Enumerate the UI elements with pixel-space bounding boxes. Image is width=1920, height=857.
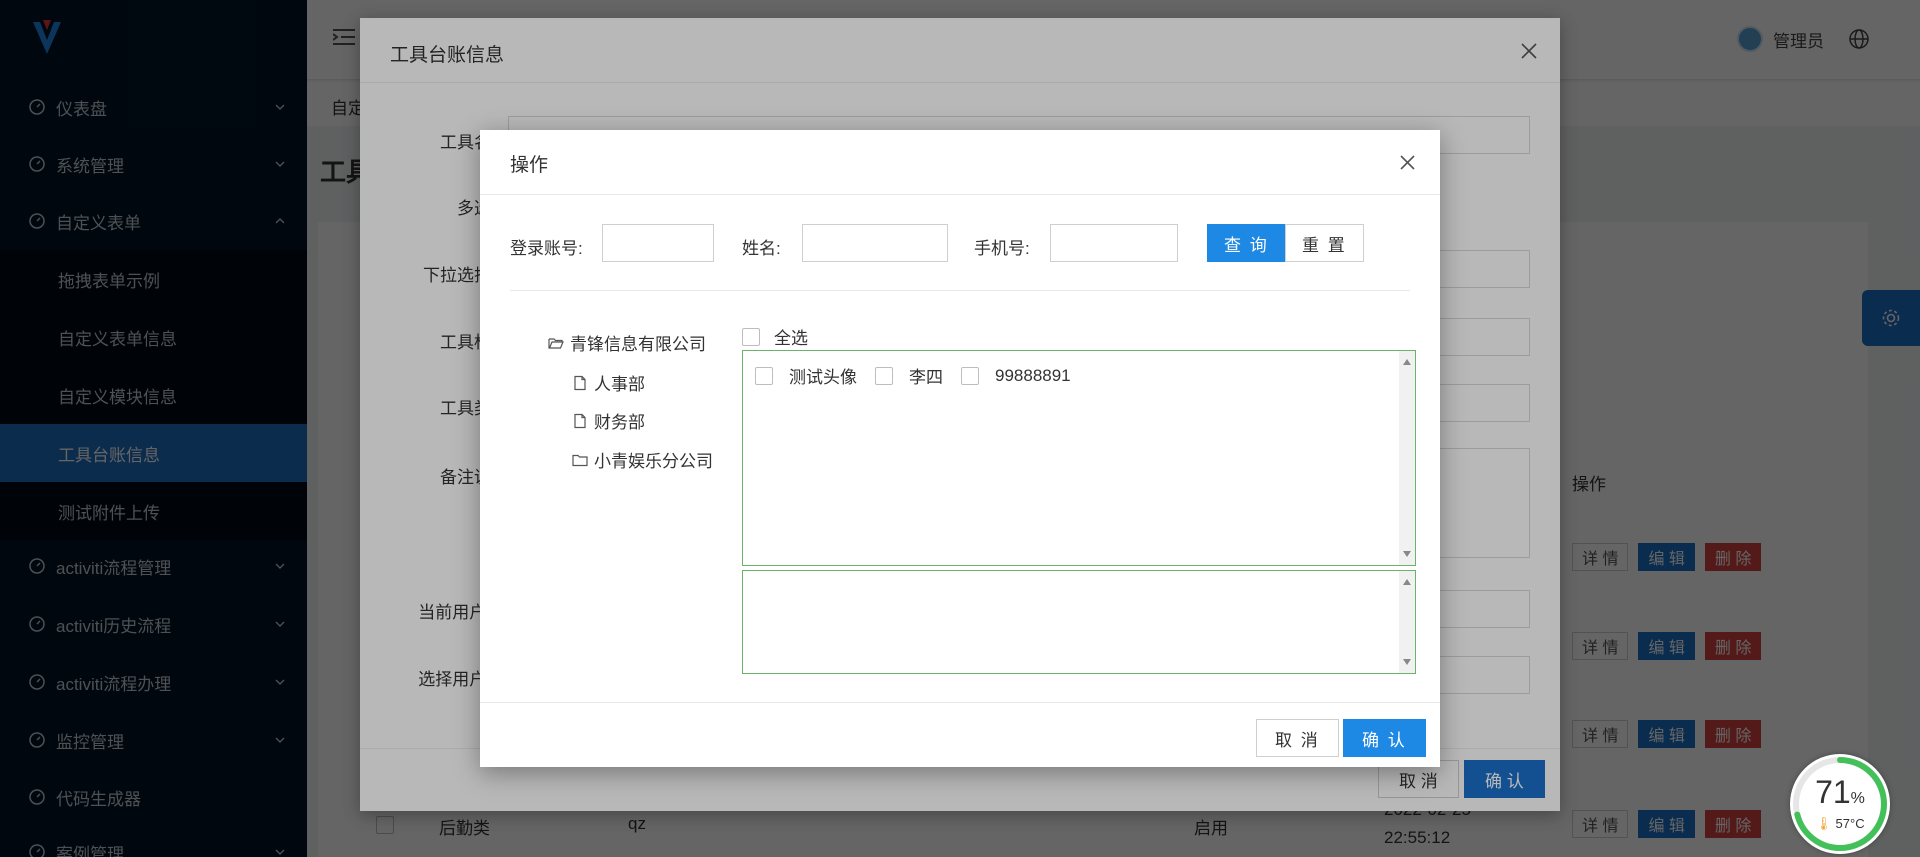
- user-option[interactable]: 李四: [875, 363, 943, 388]
- folder-open-icon: [548, 337, 564, 349]
- gauge-value: 71%: [1790, 774, 1890, 811]
- divider: [480, 194, 1440, 195]
- cancel-button[interactable]: 取 消: [1256, 719, 1339, 757]
- account-label: 登录账号:: [510, 239, 583, 258]
- select-all[interactable]: 全选: [742, 324, 808, 349]
- tree-node-label: 财务部: [594, 413, 645, 432]
- phone-label: 手机号:: [974, 239, 1030, 258]
- scroll-down-icon[interactable]: [1403, 659, 1411, 665]
- select-all-checkbox[interactable]: [742, 327, 760, 346]
- user-option[interactable]: 测试头像: [755, 363, 857, 388]
- user-checkbox[interactable]: [961, 366, 979, 385]
- user-label: 测试头像: [789, 368, 857, 387]
- gauge-temperature: 🌡 57°C: [1790, 816, 1890, 832]
- folder-icon: [572, 454, 588, 466]
- close-icon[interactable]: [1399, 154, 1416, 171]
- dialog-footer: 取 消 确 认: [480, 702, 1440, 767]
- tree-node-finance[interactable]: 财务部: [572, 408, 645, 433]
- scroll-down-icon[interactable]: [1403, 551, 1411, 557]
- tree-node-label: 小青娱乐分公司: [594, 452, 713, 471]
- user-options: 测试头像 李四 99888891: [755, 363, 1089, 388]
- confirm-button[interactable]: 确 认: [1343, 719, 1426, 757]
- cpu-gauge[interactable]: 71% 🌡 57°C: [1790, 754, 1890, 854]
- file-icon: [574, 375, 586, 390]
- user-checkbox[interactable]: [755, 366, 773, 385]
- query-button[interactable]: 查 询: [1207, 224, 1286, 262]
- dialog-title: 操作: [510, 155, 549, 176]
- tree-node-hr[interactable]: 人事部: [572, 370, 645, 395]
- tree-node-root[interactable]: 青锋信息有限公司: [548, 330, 706, 355]
- temperature-value: 57°C: [1835, 816, 1865, 831]
- scrollbar[interactable]: [1399, 571, 1415, 673]
- user-label: 李四: [909, 368, 943, 387]
- name-input[interactable]: [802, 224, 948, 262]
- gauge-unit: %: [1850, 790, 1865, 807]
- scroll-up-icon[interactable]: [1403, 579, 1411, 585]
- select-all-label: 全选: [774, 329, 808, 348]
- file-icon: [574, 413, 586, 428]
- gauge-number: 71: [1815, 774, 1851, 810]
- user-select-dialog: 操作 登录账号: 姓名: 手机号: 查 询 重 置 青锋信息有限公司 人事部 财…: [480, 130, 1440, 767]
- account-input[interactable]: [602, 224, 714, 262]
- name-label: 姓名:: [742, 239, 781, 258]
- tree-node-label: 人事部: [594, 375, 645, 394]
- user-checkbox[interactable]: [875, 366, 893, 385]
- thermometer-icon: 🌡: [1815, 816, 1832, 831]
- reset-button[interactable]: 重 置: [1285, 224, 1364, 262]
- scroll-up-icon[interactable]: [1403, 359, 1411, 365]
- tree-node-label: 青锋信息有限公司: [570, 335, 706, 354]
- scrollbar[interactable]: [1399, 351, 1415, 565]
- user-option[interactable]: 99888891: [961, 366, 1071, 386]
- search-form: 登录账号: 姓名: 手机号: 查 询 重 置: [510, 224, 1410, 264]
- phone-input[interactable]: [1050, 224, 1178, 262]
- user-label: 99888891: [995, 365, 1071, 385]
- divider: [510, 290, 1410, 291]
- user-list: 测试头像 李四 99888891: [742, 350, 1416, 566]
- tree-node-entertainment[interactable]: 小青娱乐分公司: [572, 447, 713, 472]
- selected-user-list: [742, 570, 1416, 674]
